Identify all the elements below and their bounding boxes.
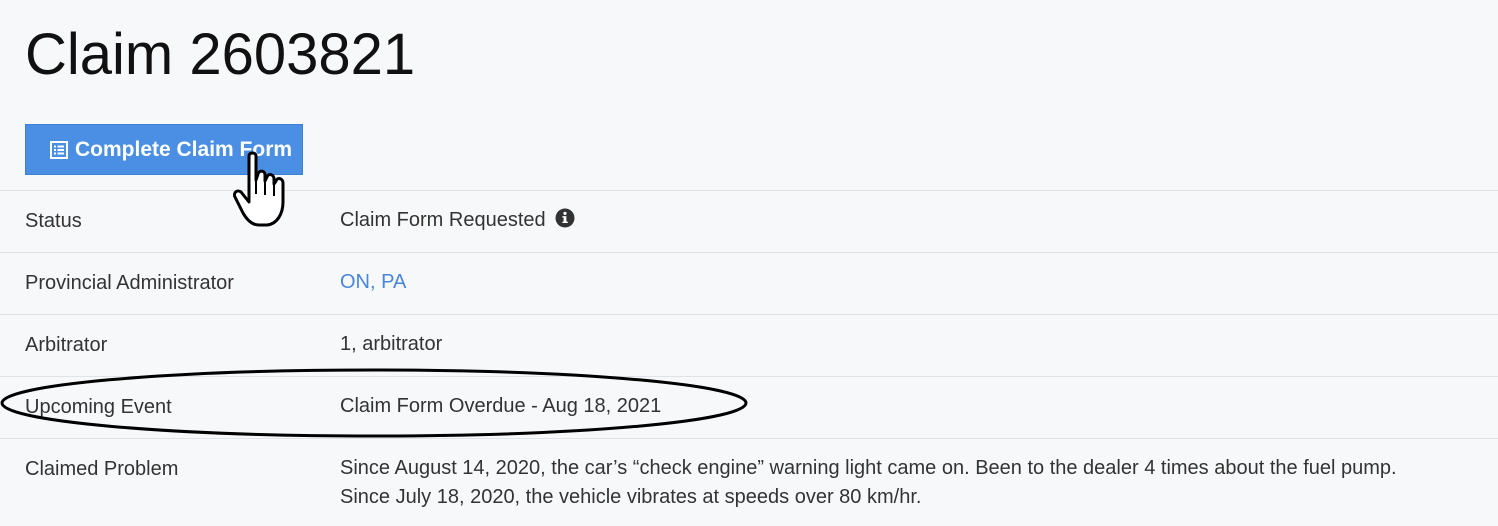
status-label: Status	[25, 210, 82, 232]
claimed-problem-label: Claimed Problem	[25, 458, 179, 480]
info-circle-icon[interactable]	[555, 208, 575, 228]
upcoming-event-value: Claim Form Overdue - Aug 18, 2021	[340, 395, 662, 417]
detail-row-claimed-problem: Claimed Problem Since August 14, 2020, t…	[0, 438, 1498, 526]
claim-page: Claim 2603821 Complete Claim Form Status…	[0, 0, 1498, 526]
detail-row-upcoming-event: Upcoming Event Claim Form Overdue - Aug …	[0, 376, 1498, 438]
complete-claim-form-label: Complete Claim Form	[75, 137, 293, 161]
detail-row-arbitrator: Arbitrator 1, arbitrator	[0, 314, 1498, 376]
upcoming-event-label: Upcoming Event	[25, 396, 172, 418]
claim-details-table: Status Claim Form Requested Provincial A…	[0, 190, 1498, 526]
status-value: Claim Form Requested	[340, 206, 575, 235]
complete-claim-form-button[interactable]: Complete Claim Form	[25, 124, 303, 175]
status-text: Claim Form Requested	[340, 209, 546, 231]
detail-row-status: Status Claim Form Requested	[0, 190, 1498, 252]
arbitrator-label: Arbitrator	[25, 334, 108, 356]
list-icon	[50, 140, 68, 159]
claimed-problem-line: Since July 18, 2020, the vehicle vibrate…	[340, 486, 922, 508]
claimed-problem-line: Since August 14, 2020, the car’s “check …	[340, 457, 1397, 479]
administrator-link[interactable]: ON, PA	[340, 268, 406, 297]
page-title: Claim 2603821	[25, 22, 416, 87]
detail-row-provincial-administrator: Provincial Administrator ON, PA	[0, 252, 1498, 314]
administrator-label: Provincial Administrator	[25, 272, 234, 294]
claimed-problem-value: Since August 14, 2020, the car’s “check …	[340, 454, 1397, 512]
arbitrator-value: 1, arbitrator	[340, 333, 443, 355]
